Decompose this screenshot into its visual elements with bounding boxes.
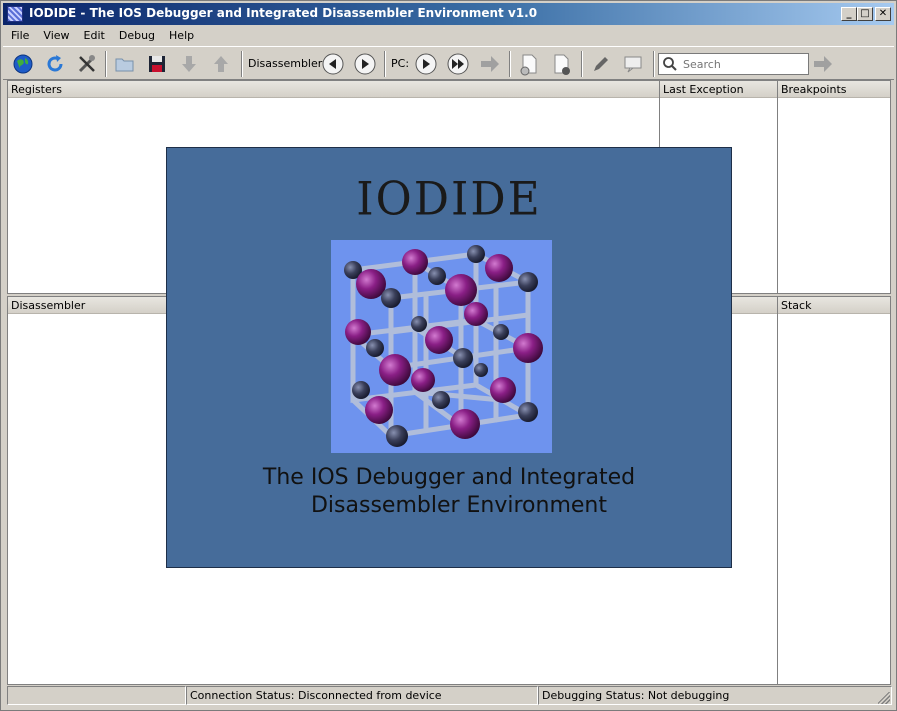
menu-help[interactable]: Help	[161, 27, 200, 42]
stack-header: Stack	[778, 297, 890, 314]
open-folder-icon[interactable]	[113, 52, 137, 76]
refresh-icon[interactable]	[43, 52, 67, 76]
last-exception-header: Last Exception	[660, 81, 777, 98]
comment-icon[interactable]	[621, 52, 645, 76]
breakpoints-panel: Breakpoints	[777, 80, 891, 294]
splash-subtitle-line1: The IOS Debugger and Integrated	[262, 465, 636, 490]
menu-debug[interactable]: Debug	[111, 27, 161, 42]
title-bar[interactable]: IODIDE - The IOS Debugger and Integrated…	[3, 3, 894, 25]
toolbar-separator	[241, 51, 243, 77]
crystal-lattice-logo	[331, 240, 552, 453]
debugging-status: Debugging Status: Not debugging	[538, 686, 892, 705]
menu-bar: File View Edit Debug Help	[3, 27, 894, 45]
search-icon	[663, 57, 677, 71]
app-icon	[7, 6, 23, 22]
registers-header: Registers	[8, 81, 659, 98]
window-title: IODIDE - The IOS Debugger and Integrated…	[29, 6, 538, 20]
back-icon[interactable]	[321, 52, 345, 76]
search-input[interactable]	[681, 56, 805, 72]
run-icon[interactable]	[446, 52, 470, 76]
toolbar-separator	[105, 51, 107, 77]
tools-icon[interactable]	[75, 52, 99, 76]
stack-panel: Stack	[777, 296, 891, 685]
maximize-button[interactable]: □	[857, 7, 873, 21]
status-cell-empty	[7, 686, 186, 705]
search-box[interactable]	[658, 53, 809, 75]
toolbar-separator	[384, 51, 386, 77]
breakpoints-header: Breakpoints	[778, 81, 890, 98]
globe-connect-icon[interactable]	[11, 52, 35, 76]
connection-status: Connection Status: Disconnected from dev…	[186, 686, 538, 705]
splash-subtitle-line2: Disassembler Environment	[310, 493, 607, 518]
menu-edit[interactable]: Edit	[76, 27, 111, 42]
pc-label: PC:	[391, 57, 410, 70]
upload-arrow-icon[interactable]	[209, 52, 233, 76]
splash-title: IODIDE	[356, 172, 542, 227]
close-button[interactable]: ✕	[875, 7, 891, 21]
minimize-button[interactable]: _	[841, 7, 857, 21]
menu-view[interactable]: View	[35, 27, 75, 42]
disassembler-label: Disassembler:	[248, 57, 326, 70]
toolbar-separator	[581, 51, 583, 77]
remove-page-icon[interactable]	[549, 52, 573, 76]
step-icon[interactable]	[414, 52, 438, 76]
save-icon[interactable]	[145, 52, 169, 76]
toolbar-separator	[653, 51, 655, 77]
resize-grip[interactable]	[878, 692, 890, 704]
go-icon[interactable]	[478, 52, 502, 76]
status-bar: Connection Status: Disconnected from dev…	[7, 686, 892, 706]
go-search-icon[interactable]	[811, 52, 835, 76]
splash-screen[interactable]: IODIDE The IOS Debugger and Integrated D…	[166, 147, 732, 568]
main-window: IODIDE - The IOS Debugger and Integrated…	[0, 0, 897, 711]
download-arrow-icon[interactable]	[177, 52, 201, 76]
forward-icon[interactable]	[353, 52, 377, 76]
new-page-icon[interactable]	[517, 52, 541, 76]
toolbar: Disassembler: PC:	[3, 46, 894, 80]
menu-file[interactable]: File	[3, 27, 35, 42]
splash-subtitle: The IOS Debugger and Integrated Disassem…	[167, 464, 731, 520]
toolbar-separator	[509, 51, 511, 77]
pencil-icon[interactable]	[589, 52, 613, 76]
